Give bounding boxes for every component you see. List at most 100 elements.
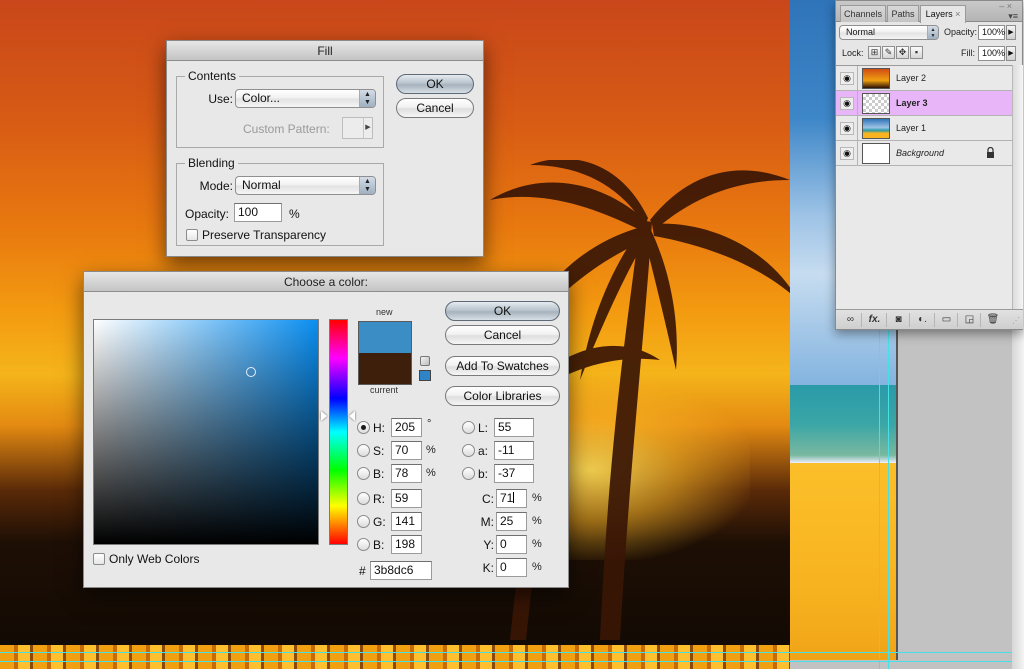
panel-menu-icon[interactable]: ▾≡ xyxy=(1008,11,1018,22)
custom-pattern-picker[interactable]: ▶ xyxy=(342,117,373,139)
picker-cancel-button[interactable]: Cancel xyxy=(445,325,560,345)
use-popup-value: Color... xyxy=(242,91,281,105)
web-safe-swatch-icon[interactable] xyxy=(419,370,431,381)
guide-horizontal[interactable] xyxy=(0,652,1012,653)
mode-popup[interactable]: Normal ▲ ▼ xyxy=(235,176,376,195)
color-field[interactable] xyxy=(93,319,319,545)
hex-field[interactable]: 3b8dc6 xyxy=(370,561,432,580)
layer-row-selected[interactable]: ◉ Layer 3 xyxy=(836,91,1012,116)
tab-close-icon[interactable]: × xyxy=(955,9,960,19)
fill-ok-button[interactable]: OK xyxy=(396,74,474,94)
layer-fill-field[interactable]: 100% xyxy=(978,46,1005,61)
lab-a-field[interactable]: -11 xyxy=(494,441,534,460)
blue-field[interactable]: 198 xyxy=(391,535,422,554)
m-label: M: xyxy=(480,515,494,529)
new-layer-icon[interactable]: ◲ xyxy=(959,313,981,327)
opacity-field[interactable]: 100 xyxy=(234,203,282,222)
layers-panel-toolbar: ∞ fx. ◙ ◐. ▭ ◲ 🗑 ⋰ xyxy=(836,309,1023,329)
add-to-swatches-button[interactable]: Add To Swatches xyxy=(445,356,560,376)
k-label: K: xyxy=(482,561,494,575)
visibility-eye-icon[interactable]: ◉ xyxy=(840,147,854,160)
lab-b-field[interactable]: -37 xyxy=(494,464,534,483)
color-field-marker[interactable] xyxy=(246,367,256,377)
hue-radio[interactable] xyxy=(357,421,370,434)
green-field[interactable]: 141 xyxy=(391,512,422,531)
yellow-field[interactable]: 0 xyxy=(496,535,527,554)
new-color-swatch xyxy=(359,322,411,353)
resize-grip-icon[interactable]: ⋰ xyxy=(1012,316,1020,325)
layer-opacity-field[interactable]: 100% xyxy=(978,25,1005,40)
brightness-field[interactable]: 78 xyxy=(391,464,422,483)
contents-group: Contents Use: Color... ▲ ▼ Custom Pattern… xyxy=(176,69,384,148)
panel-collapse-icon[interactable]: – × xyxy=(999,1,1012,11)
lock-icon xyxy=(987,147,994,158)
trash-icon[interactable]: 🗑 xyxy=(982,313,1004,327)
use-popup[interactable]: Color... ▲ ▼ xyxy=(235,89,376,108)
lab-a-radio[interactable] xyxy=(462,444,475,457)
c-label: C: xyxy=(482,492,494,506)
r-label: R: xyxy=(373,492,385,506)
hue-slider-right-handle[interactable] xyxy=(349,411,355,421)
brightness-radio[interactable] xyxy=(357,467,370,480)
preserve-transparency-label[interactable]: Preserve Transparency xyxy=(202,228,326,242)
hue-field[interactable]: 205 xyxy=(391,418,422,437)
visibility-eye-icon[interactable]: ◉ xyxy=(840,97,854,110)
red-field[interactable]: 59 xyxy=(391,489,422,508)
layer-row[interactable]: ◉ Layer 1 xyxy=(836,116,1012,141)
blue-radio[interactable] xyxy=(357,538,370,551)
color-libraries-button[interactable]: Color Libraries xyxy=(445,386,560,406)
photo-bottom-strip xyxy=(0,645,790,669)
percent-unit: % xyxy=(532,492,542,504)
adjustment-icon[interactable]: ◐. xyxy=(911,313,935,327)
red-radio[interactable] xyxy=(357,492,370,505)
guide-vertical[interactable] xyxy=(888,330,889,669)
current-color-swatch[interactable] xyxy=(359,353,411,384)
only-web-colors-label[interactable]: Only Web Colors xyxy=(109,552,199,566)
cyan-field[interactable]: 71 xyxy=(496,489,527,508)
blending-group: Blending Mode: Normal ▲ ▼ Opacity: 100 % … xyxy=(176,156,384,246)
green-radio[interactable] xyxy=(357,515,370,528)
hue-slider[interactable] xyxy=(329,319,348,545)
blend-mode-popup[interactable]: Normal ▲ ▼ xyxy=(839,25,939,40)
link-icon[interactable]: ∞ xyxy=(840,313,862,327)
tab-paths[interactable]: Paths xyxy=(887,5,919,22)
guide-horizontal[interactable] xyxy=(0,661,1012,662)
tab-layers[interactable]: Layers × xyxy=(920,5,966,23)
layer-row[interactable]: ◉ Layer 2 xyxy=(836,66,1012,91)
hex-label: # xyxy=(359,564,366,578)
layer-row[interactable]: ◉ Background xyxy=(836,141,1012,166)
out-of-gamut-cube-icon[interactable] xyxy=(420,356,430,366)
saturation-field[interactable]: 70 xyxy=(391,441,422,460)
black-field[interactable]: 0 xyxy=(496,558,527,577)
visibility-eye-icon[interactable]: ◉ xyxy=(840,122,854,135)
lab-l-field[interactable]: 55 xyxy=(494,418,534,437)
lab-l-radio[interactable] xyxy=(462,421,475,434)
magenta-field[interactable]: 25 xyxy=(496,512,527,531)
lock-image-pixels-icon[interactable]: ✎ xyxy=(882,46,895,59)
blue-label: B: xyxy=(373,538,385,552)
preserve-transparency-checkbox[interactable] xyxy=(186,229,198,241)
lab-b-radio[interactable] xyxy=(462,467,475,480)
fill-slider-arrow[interactable]: ▶ xyxy=(1006,46,1016,61)
guide-vertical[interactable] xyxy=(879,330,880,669)
tab-channels[interactable]: Channels xyxy=(840,5,886,22)
opacity-unit: % xyxy=(289,207,300,221)
fx-icon[interactable]: fx. xyxy=(863,313,887,327)
lock-transparent-pixels-icon[interactable]: ⊞ xyxy=(868,46,881,59)
opacity-slider-arrow[interactable]: ▶ xyxy=(1006,25,1016,40)
b-label: B: xyxy=(373,467,385,481)
layer-list-scrollbar[interactable] xyxy=(1012,65,1023,309)
lock-position-icon[interactable]: ✥ xyxy=(896,46,909,59)
opacity-label: Opacity: xyxy=(944,27,978,37)
picker-ok-button[interactable]: OK xyxy=(445,301,560,321)
only-web-colors-checkbox[interactable] xyxy=(93,553,105,565)
saturation-radio[interactable] xyxy=(357,444,370,457)
visibility-eye-icon[interactable]: ◉ xyxy=(840,72,854,85)
lock-all-icon[interactable]: ▪ xyxy=(910,46,923,59)
group-folder-icon[interactable]: ▭ xyxy=(936,313,958,327)
hue-slider-left-handle[interactable] xyxy=(321,411,327,421)
percent-unit: % xyxy=(426,444,436,456)
mask-icon[interactable]: ◙ xyxy=(888,313,910,327)
fill-cancel-button[interactable]: Cancel xyxy=(396,98,474,118)
fill-dialog: Fill Contents Use: Color... ▲ ▼ Custom Pa… xyxy=(166,40,484,257)
